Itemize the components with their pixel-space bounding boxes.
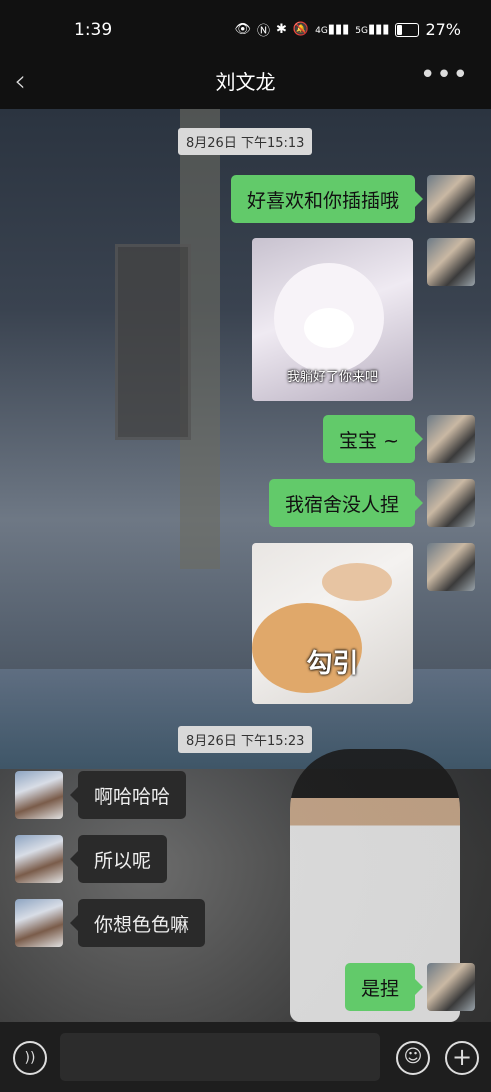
avatar[interactable]	[427, 238, 475, 286]
message-bubble[interactable]: 宝宝 ~	[323, 415, 423, 463]
avatar[interactable]	[427, 963, 475, 1011]
mute-icon: 🔕	[292, 22, 310, 37]
chat-area[interactable]: 8月26日 下午15:13 好喜欢和你插插哦 我躺好了你来吧 宝宝 ~ 我宿舍没…	[0, 109, 491, 1022]
eye-icon: 👁	[234, 22, 251, 37]
nfc-icon: Ⓝ	[256, 24, 270, 39]
avatar[interactable]	[15, 771, 63, 819]
avatar[interactable]	[15, 899, 63, 947]
status-time: 1:39	[74, 20, 113, 40]
timestamp: 8月26日 下午15:13	[178, 128, 313, 155]
plus-icon[interactable]: +	[445, 1041, 479, 1075]
message-bubble[interactable]: 我宿舍没人捏	[268, 479, 424, 527]
message-bubble[interactable]: 所以呢	[69, 835, 168, 883]
sticker-caption: 勾引	[306, 649, 359, 679]
5g-signal-icon: 5G▮▮▮	[355, 22, 390, 37]
sticker-image[interactable]: 我躺好了你来吧	[252, 238, 413, 401]
avatar[interactable]	[427, 415, 475, 463]
input-bar: )) ☺ +	[0, 1022, 491, 1092]
avatar[interactable]	[427, 479, 475, 527]
chat-header: ‹ 刘文龙 •••	[0, 52, 491, 109]
chat-title: 刘文龙	[215, 70, 276, 94]
timestamp: 8月26日 下午15:23	[178, 726, 313, 753]
more-dots-icon[interactable]: •••	[420, 60, 469, 90]
avatar[interactable]	[427, 175, 475, 223]
cat-paws	[322, 563, 392, 601]
avatar[interactable]	[15, 835, 63, 883]
message-input[interactable]	[60, 1033, 380, 1081]
voice-icon[interactable]: ))	[13, 1041, 47, 1075]
message-bubble[interactable]: 你想色色嘛	[69, 899, 206, 947]
emoji-icon[interactable]: ☺	[396, 1041, 430, 1075]
message-bubble[interactable]: 好喜欢和你插插哦	[230, 175, 424, 223]
4g-signal-icon: 4G▮▮▮	[315, 22, 350, 37]
sticker-caption: 我躺好了你来吧	[286, 370, 378, 385]
battery-percent: 27%	[425, 20, 461, 39]
status-icons: 👁 Ⓝ ✱ 🔕 4G▮▮▮ 5G▮▮▮ 27%	[234, 20, 461, 39]
message-bubble[interactable]: 是捏	[344, 963, 424, 1011]
net-type-2: 5G	[355, 26, 368, 36]
wallpaper-signal-box	[115, 244, 191, 440]
sticker-image[interactable]: 勾引	[252, 543, 413, 704]
battery-icon	[395, 22, 420, 37]
avatar[interactable]	[427, 543, 475, 591]
net-type-1: 4G	[315, 26, 328, 36]
cat-face	[304, 308, 354, 348]
message-bubble[interactable]: 啊哈哈哈	[69, 771, 187, 819]
bluetooth-icon: ✱	[276, 22, 287, 37]
